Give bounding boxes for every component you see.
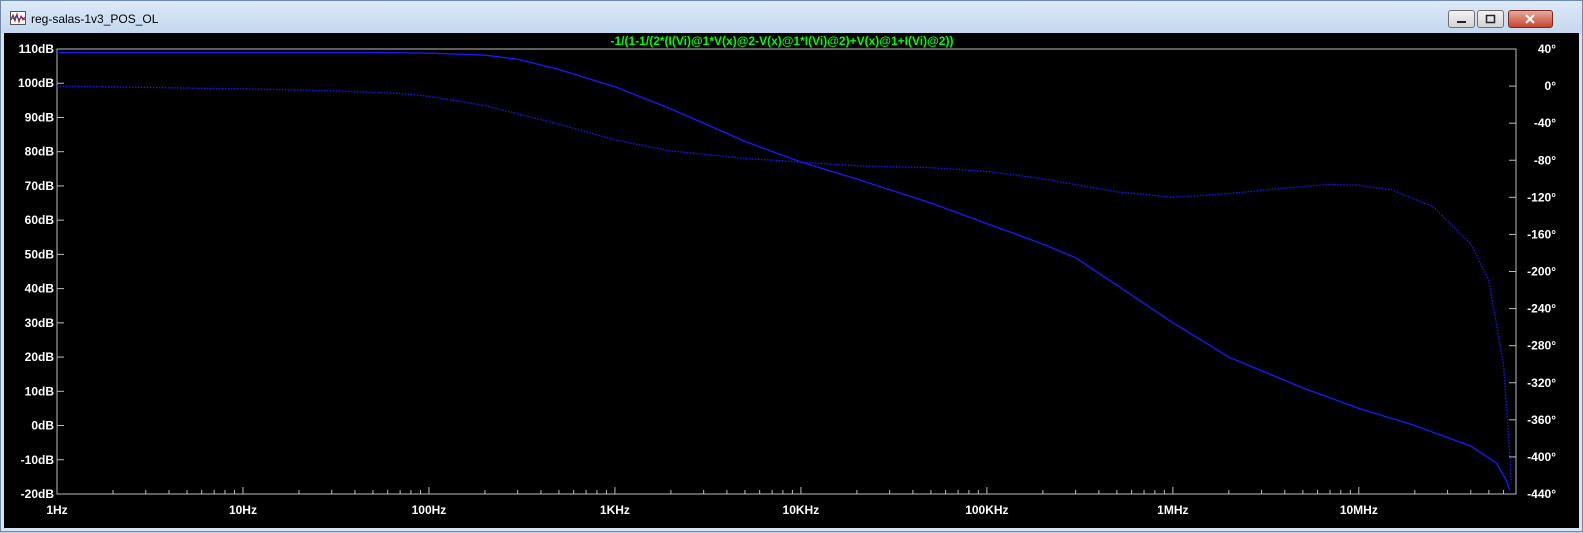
phase-trace[interactable]: [56, 85, 1512, 485]
y-tick-label: 40dB: [25, 282, 55, 296]
y2-tick-label: -200°: [1527, 265, 1556, 279]
y2-tick-label: 40°: [1538, 42, 1556, 56]
y-tick-label: -20dB: [21, 487, 55, 501]
y-tick-label: 20dB: [25, 350, 55, 364]
x-tick-label: 1KHz: [600, 503, 630, 517]
waveform-window: reg-salas-1v3_POS_OL -1/(1-1/(2*(I(Vi)@1…: [0, 0, 1583, 532]
x-tick-label: 1MHz: [1157, 503, 1188, 517]
y-tick-label: 10dB: [25, 384, 55, 398]
y-tick-label: 80dB: [25, 145, 55, 159]
x-tick-label: 100KHz: [965, 503, 1008, 517]
y2-tick-label: -400°: [1527, 450, 1556, 464]
y-tick-label: 70dB: [25, 179, 55, 193]
x-tick-label: 10Hz: [229, 503, 257, 517]
y-tick-label: 60dB: [25, 213, 55, 227]
x-tick-label: 1Hz: [46, 503, 67, 517]
y2-tick-label: -440°: [1527, 487, 1556, 501]
maximize-icon: [1485, 14, 1496, 24]
x-tick-label: 10MHz: [1340, 503, 1378, 517]
plot-area[interactable]: -1/(1-1/(2*(I(Vi)@1*V(x)@2-V(x)@1*I(Vi)@…: [4, 33, 1579, 528]
minimize-button[interactable]: [1448, 10, 1475, 28]
trace-expression[interactable]: -1/(1-1/(2*(I(Vi)@1*V(x)@2-V(x)@1*I(Vi)@…: [611, 34, 954, 48]
y-tick-label: 90dB: [25, 110, 55, 124]
window-title: reg-salas-1v3_POS_OL: [31, 12, 159, 26]
close-icon: [1525, 14, 1535, 24]
y-tick-label: -10dB: [21, 453, 55, 467]
maximize-button[interactable]: [1477, 10, 1504, 28]
title-bar[interactable]: reg-salas-1v3_POS_OL: [1, 1, 1582, 33]
y-tick-label: 30dB: [25, 316, 55, 330]
y-tick-label: 50dB: [25, 247, 55, 261]
axis-ticks: 1Hz 10Hz 100Hz 1KHz 10KHz 100KHz 1MHz 10MHz 110d…: [18, 42, 1556, 517]
minimize-icon: [1457, 21, 1466, 23]
close-button[interactable]: [1508, 10, 1553, 28]
bode-chart[interactable]: -1/(1-1/(2*(I(Vi)@1*V(x)@2-V(x)@1*I(Vi)@…: [4, 33, 1579, 528]
y2-tick-label: -40°: [1534, 116, 1556, 130]
y2-tick-label: -120°: [1527, 190, 1556, 204]
y2-tick-label: -320°: [1527, 376, 1556, 390]
waveform-icon: [10, 11, 26, 25]
y2-tick-label: -160°: [1527, 227, 1556, 241]
y2-tick-label: 0°: [1545, 79, 1557, 93]
y2-tick-label: -360°: [1527, 413, 1556, 427]
y-tick-label: 110dB: [19, 42, 55, 56]
traces: [56, 51, 1512, 491]
y-tick-label: 100dB: [18, 76, 54, 90]
plot-frame: [56, 48, 1517, 495]
y-tick-label: 0dB: [31, 419, 54, 433]
y2-tick-label: -280°: [1527, 339, 1556, 353]
x-tick-label: 100Hz: [412, 503, 447, 517]
y2-tick-label: -80°: [1534, 153, 1556, 167]
x-tick-label: 10KHz: [783, 503, 820, 517]
magnitude-trace[interactable]: [57, 51, 1511, 491]
y2-tick-label: -240°: [1527, 302, 1556, 316]
